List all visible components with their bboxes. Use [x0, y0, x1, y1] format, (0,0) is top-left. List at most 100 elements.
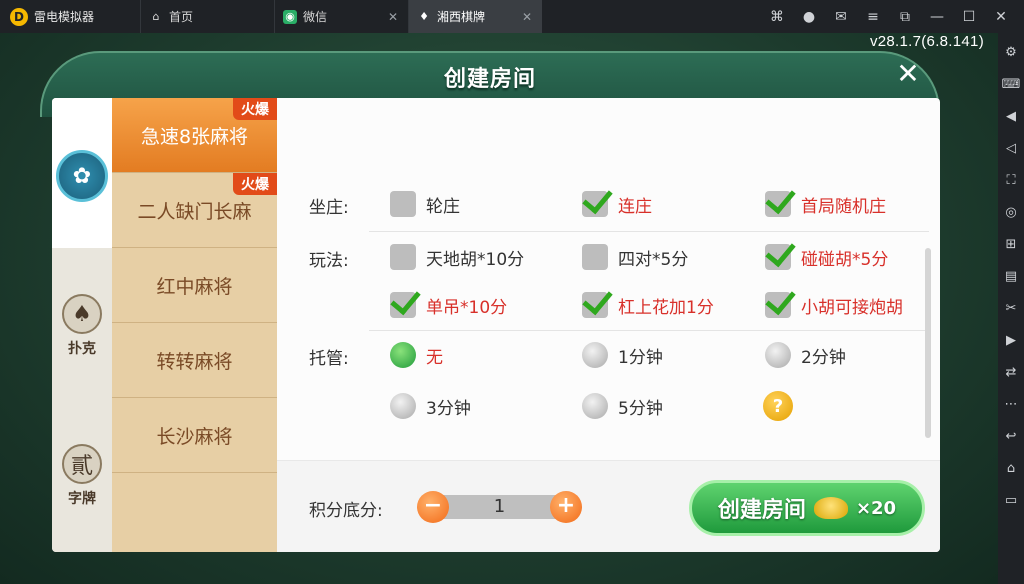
tab-wechat[interactable]: ◉ 微信 ✕ — [274, 0, 408, 33]
checkbox-checked[interactable] — [582, 191, 608, 217]
zuozhuang-label: 坐庄: — [309, 198, 349, 218]
divider — [369, 330, 929, 331]
plus-button[interactable]: + — [550, 491, 582, 523]
radio[interactable] — [765, 342, 791, 368]
popout-icon[interactable]: ⧉ — [896, 9, 914, 25]
recent-apps-icon[interactable]: ▭ — [1001, 489, 1021, 511]
maximize-icon[interactable]: ☐ — [960, 9, 978, 25]
menu-icon[interactable]: ≡ — [864, 9, 882, 25]
option-xiaohu[interactable]: 小胡可接炮胡 — [765, 292, 903, 318]
score-label: 积分底分: — [309, 501, 383, 521]
scrollbar[interactable] — [925, 248, 931, 438]
close-icon[interactable]: ✕ — [388, 10, 398, 24]
option-pengpenghu[interactable]: 碰碰胡*5分 — [765, 244, 888, 270]
settings-icon[interactable]: ⚙ — [1001, 41, 1021, 63]
option-shouju[interactable]: 首局随机庄 — [765, 191, 886, 217]
scissors-icon[interactable]: ✂ — [1001, 297, 1021, 319]
game-item-label: 长沙麻将 — [156, 425, 233, 448]
radio-selected[interactable] — [390, 342, 416, 368]
game-item-erren[interactable]: 二人缺门长麻 火爆 — [112, 173, 277, 248]
minimize-icon[interactable]: — — [928, 9, 946, 25]
option-label: 小胡可接炮胡 — [801, 297, 903, 318]
category-column: ✿ ♠ 扑克 貳 字牌 — [52, 98, 112, 552]
apk-icon[interactable]: ▤ — [1001, 265, 1021, 287]
option-label: 1分钟 — [618, 347, 663, 368]
tab-xiangxi[interactable]: ♦ 湘西棋牌 ✕ — [408, 0, 542, 33]
version-label: v28.1.7(6.8.141) — [869, 33, 984, 50]
app-name: 雷电模拟器 — [34, 10, 95, 24]
sync-icon[interactable]: ⇄ — [1001, 361, 1021, 383]
option-tuoguan-2min[interactable]: 2分钟 — [765, 342, 846, 368]
close-icon[interactable]: ✕ — [522, 10, 532, 24]
keyboard-icon[interactable]: ⌨ — [1001, 73, 1021, 95]
option-tuoguan-1min[interactable]: 1分钟 — [582, 342, 663, 368]
more-icon[interactable]: ⋯ — [1001, 393, 1021, 415]
option-tiandihu[interactable]: 天地胡*10分 — [390, 244, 524, 270]
create-room-button[interactable]: 创建房间 ×20 — [689, 480, 925, 536]
tuoguan-label: 托管: — [309, 349, 349, 369]
radio[interactable] — [582, 393, 608, 419]
tab-xiangxi-label: 湘西棋牌 — [437, 10, 486, 24]
game-item-zhuanzhuan[interactable]: 转转麻将 — [112, 323, 277, 398]
avatar-icon[interactable]: ● — [800, 9, 818, 25]
add-icon[interactable]: ⊞ — [1001, 233, 1021, 255]
radio[interactable] — [390, 393, 416, 419]
option-tuoguan-3min[interactable]: 3分钟 — [390, 393, 471, 419]
option-lunzhuang[interactable]: 轮庄 — [390, 191, 460, 217]
game-item-jisu[interactable]: 急速8张麻将 火爆 — [112, 98, 277, 173]
wechat-icon: ◉ — [283, 9, 297, 24]
back-icon[interactable]: ↩ — [1001, 425, 1021, 447]
option-gangshanghua[interactable]: 杠上花加1分 — [582, 292, 714, 318]
volume-up-icon[interactable]: ◀ — [1001, 105, 1021, 127]
game-item-label: 红中麻将 — [156, 275, 233, 298]
checkbox-checked[interactable] — [390, 292, 416, 318]
option-label: 碰碰胡*5分 — [801, 249, 889, 270]
emulator-logo-icon: D — [10, 7, 28, 26]
spade-icon: ♠ — [62, 294, 102, 334]
option-tuoguan-none[interactable]: 无 — [390, 342, 443, 368]
window-close-icon[interactable]: ✕ — [992, 9, 1010, 25]
checkbox[interactable] — [390, 191, 416, 217]
radio[interactable] — [582, 342, 608, 368]
mail-icon[interactable]: ✉ — [832, 9, 850, 25]
dialog-close-icon[interactable]: ✕ — [893, 59, 923, 89]
volume-down-icon[interactable]: ◁ — [1001, 137, 1021, 159]
checkbox-checked[interactable] — [582, 292, 608, 318]
home-nav-icon[interactable]: ⌂ — [1001, 457, 1021, 479]
score-value: 1 — [493, 496, 506, 517]
game-item-changsha[interactable]: 长沙麻将 — [112, 398, 277, 473]
option-dandiao[interactable]: 单吊*10分 — [390, 292, 507, 318]
game-item-label: 二人缺门长麻 — [137, 200, 252, 223]
option-label: 2分钟 — [801, 347, 846, 368]
category-zipai[interactable]: 貳 字牌 — [52, 398, 112, 552]
checkbox-checked[interactable] — [765, 244, 791, 270]
option-label: 连庄 — [618, 196, 652, 217]
option-sidui[interactable]: 四对*5分 — [582, 244, 688, 270]
option-label: 无 — [426, 347, 443, 368]
option-label: 单吊*10分 — [426, 297, 508, 318]
option-label: 首局随机庄 — [801, 196, 886, 217]
record-icon[interactable]: ▶ — [1001, 329, 1021, 351]
option-lianzhuang[interactable]: 连庄 — [582, 191, 652, 217]
category-mahjong[interactable]: ✿ — [52, 98, 112, 248]
game-item-hongzhong[interactable]: 红中麻将 — [112, 248, 277, 323]
fullscreen-icon[interactable]: ⛶ — [1001, 169, 1021, 191]
emulator-sidebar: ⚙ ⌨ ◀ ◁ ⛶ ◎ ⊞ ▤ ✂ ▶ ⇄ ⋯ ↩ ⌂ ▭ — [998, 33, 1024, 584]
screenshot-icon[interactable]: ◎ — [1001, 201, 1021, 223]
checkbox-checked[interactable] — [765, 292, 791, 318]
option-tuoguan-5min[interactable]: 5分钟 — [582, 393, 663, 419]
tab-home[interactable]: ⌂ 首页 — [140, 0, 274, 33]
minus-button[interactable]: − — [417, 491, 449, 523]
help-button[interactable]: ? — [763, 391, 793, 421]
gamepad-icon[interactable]: ⌘ — [768, 9, 786, 25]
option-label: 3分钟 — [426, 398, 471, 419]
option-label: 杠上花加1分 — [618, 297, 714, 318]
game-type-list: 急速8张麻将 火爆 二人缺门长麻 火爆 红中麻将 转转麻将 长沙麻将 — [112, 98, 277, 552]
checkbox[interactable] — [582, 244, 608, 270]
score-stepper: 1 − + — [417, 491, 582, 523]
category-poker[interactable]: ♠ 扑克 — [52, 248, 112, 398]
hot-badge: 火爆 — [233, 98, 277, 120]
question-icon[interactable]: ? — [763, 391, 793, 421]
checkbox-checked[interactable] — [765, 191, 791, 217]
checkbox[interactable] — [390, 244, 416, 270]
